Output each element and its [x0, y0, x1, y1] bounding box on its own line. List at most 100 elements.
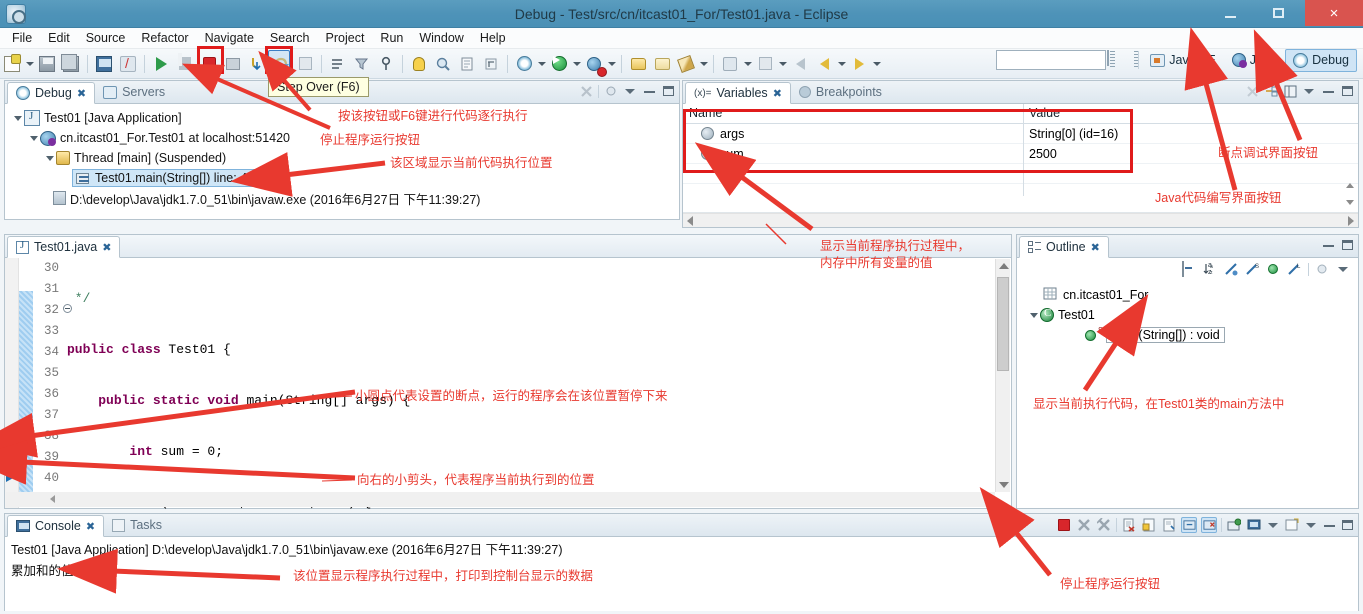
menu-navigate[interactable]: Navigate [197, 29, 262, 47]
step-into-icon[interactable] [246, 53, 268, 75]
menu-help[interactable]: Help [472, 29, 514, 47]
column-header-name[interactable]: Name [683, 104, 1023, 123]
menu-source[interactable]: Source [78, 29, 134, 47]
maximize-button[interactable] [1256, 0, 1301, 26]
menu-refactor[interactable]: Refactor [133, 29, 196, 47]
hide-static-icon[interactable]: S [1245, 262, 1260, 277]
step-return-icon[interactable] [294, 53, 316, 75]
sort-alphabetically-icon[interactable]: az [1203, 262, 1218, 277]
forward-icon[interactable] [848, 53, 870, 75]
menu-edit[interactable]: Edit [40, 29, 78, 47]
new-class-dropdown-icon[interactable] [698, 53, 709, 75]
close-button[interactable]: × [1305, 0, 1363, 26]
close-icon[interactable]: ✖ [1091, 241, 1100, 254]
search-icon[interactable] [719, 53, 741, 75]
tree-row[interactable]: cn.itcast01_For [1025, 285, 1358, 305]
minimize-view-icon[interactable] [1321, 84, 1335, 98]
horizontal-scrollbar[interactable] [683, 213, 1358, 227]
last-edit-dropdown-icon[interactable] [777, 53, 788, 75]
scroll-left-icon[interactable] [687, 216, 693, 226]
menu-search[interactable]: Search [262, 29, 318, 47]
maximize-view-icon[interactable] [1340, 238, 1354, 252]
remove-launch-icon[interactable] [1076, 517, 1092, 533]
expand-arrow-icon[interactable] [27, 134, 40, 143]
open-type-icon[interactable] [432, 53, 454, 75]
scroll-left-icon[interactable] [50, 495, 55, 503]
tree-row[interactable]: Test01 [1025, 305, 1358, 325]
run-launch-icon[interactable] [548, 53, 570, 75]
chevron-down-icon[interactable] [623, 84, 637, 98]
remove-terminated-icon[interactable] [579, 84, 593, 98]
collapse-all-icon[interactable] [1245, 84, 1259, 98]
save-all-icon[interactable] [60, 53, 82, 75]
run-launch-dropdown-icon[interactable] [571, 53, 582, 75]
display-selected-console-icon[interactable] [1246, 517, 1262, 533]
view-menu-debug-icon[interactable] [604, 84, 618, 98]
chevron-down-icon[interactable] [1336, 263, 1350, 277]
hide-fields-icon[interactable] [1224, 262, 1239, 277]
step-over-icon[interactable] [270, 53, 292, 75]
show-console-on-output-icon[interactable] [1181, 517, 1197, 533]
tab-tasks[interactable]: Tasks [104, 514, 170, 536]
terminate-console-icon[interactable] [1056, 517, 1072, 533]
code-text[interactable]: */ public class Test01 { public static v… [67, 258, 1011, 612]
new-wizard-icon[interactable] [1, 53, 23, 75]
drop-to-frame-icon[interactable] [327, 53, 349, 75]
debug-launch-icon[interactable] [513, 53, 535, 75]
editor-vertical-scrollbar[interactable] [995, 259, 1010, 492]
resume-icon[interactable] [150, 53, 172, 75]
terminate-icon[interactable] [198, 53, 220, 75]
scroll-right-icon[interactable] [986, 495, 991, 503]
breakpoint-marker-icon[interactable] [7, 450, 17, 460]
scroll-down-icon[interactable] [999, 482, 1009, 488]
open-perspective-button[interactable] [1100, 48, 1132, 72]
maximize-view-icon[interactable] [1340, 518, 1354, 532]
new-java-project-icon[interactable] [627, 53, 649, 75]
disconnect-icon[interactable] [222, 53, 244, 75]
editor-horizontal-scrollbar[interactable] [6, 492, 995, 507]
tab-console[interactable]: Console ✖ [7, 515, 105, 537]
toggle-markers-icon[interactable] [480, 53, 502, 75]
layout-icon[interactable] [1283, 84, 1297, 98]
suspend-icon[interactable] [174, 53, 196, 75]
search-dropdown-icon[interactable] [742, 53, 753, 75]
quick-fix-icon[interactable] [408, 53, 430, 75]
expand-arrow-icon[interactable] [43, 154, 56, 163]
forward-dropdown-icon[interactable] [871, 53, 882, 75]
expand-arrow-icon[interactable] [1027, 311, 1040, 320]
external-tools-dropdown-icon[interactable] [606, 53, 617, 75]
chevron-down-icon[interactable] [1304, 518, 1318, 532]
tab-test01-java[interactable]: J Test01.java ✖ [7, 236, 121, 258]
perspective-debug[interactable]: Debug [1285, 48, 1357, 72]
chevron-down-icon[interactable] [1302, 84, 1316, 98]
scroll-up-icon[interactable] [999, 263, 1009, 269]
new-console-view-icon[interactable] [1284, 517, 1300, 533]
code-editor[interactable]: 30 31 32 33 34 35 36 37 38 39 40 41 */ p… [5, 258, 1011, 612]
minimize-view-icon[interactable] [642, 84, 656, 98]
menu-run[interactable]: Run [372, 29, 411, 47]
tab-outline[interactable]: Outline ✖ [1019, 236, 1109, 258]
perspective-java[interactable]: Java [1225, 50, 1283, 70]
tree-row[interactable]: Thread [main] (Suspended) [9, 148, 679, 168]
hide-nonpublic-icon[interactable] [1266, 262, 1281, 277]
minimize-button[interactable] [1208, 0, 1253, 26]
external-tools-icon[interactable] [583, 53, 605, 75]
column-header-value[interactable]: Value [1023, 104, 1358, 123]
tree-row-selected[interactable]: Test01.main(String[]) line: 40 [9, 168, 679, 188]
toggle-watchpoint-icon[interactable] [375, 53, 397, 75]
expand-arrow-icon[interactable] [11, 114, 24, 123]
tab-debug[interactable]: Debug ✖ [7, 82, 96, 104]
skip-breakpoints-icon[interactable] [117, 53, 139, 75]
save-icon[interactable] [36, 53, 58, 75]
annotation-ruler[interactable] [5, 258, 19, 508]
table-row[interactable]: args String[0] (id=16) [683, 124, 1358, 144]
step-filters-icon[interactable] [351, 53, 373, 75]
perspective-java-ee[interactable]: Java EE [1143, 50, 1223, 70]
view-menu-outline-icon[interactable] [1315, 262, 1330, 277]
tree-row[interactable]: D:\develop\Java\jdk1.7.0_51\bin\javaw.ex… [9, 188, 679, 208]
back-dropdown-icon[interactable] [836, 53, 847, 75]
maximize-view-icon[interactable] [661, 84, 675, 98]
maximize-view-icon[interactable] [1340, 84, 1354, 98]
menu-window[interactable]: Window [411, 29, 471, 47]
new-wizard-dropdown-icon[interactable] [24, 53, 35, 75]
